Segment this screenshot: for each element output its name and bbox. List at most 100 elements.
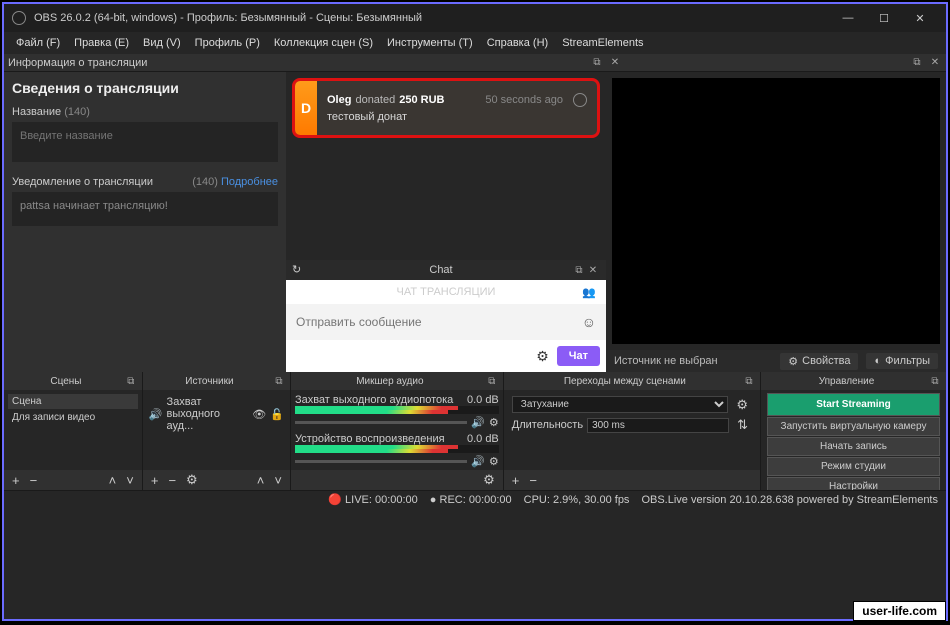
track-settings-icon[interactable]: ⚙ <box>489 455 499 468</box>
menu-scene-collection[interactable]: Коллекция сцен (S) <box>268 35 379 51</box>
speaker-icon: 🔊 <box>149 408 163 421</box>
scene-down-icon[interactable]: ˅ <box>122 473 138 488</box>
transition-select[interactable]: Затухание <box>512 396 729 413</box>
scene-item[interactable]: Для записи видео <box>8 410 138 425</box>
remove-source-button[interactable]: − <box>164 473 180 488</box>
close-dock-icon[interactable]: ✕ <box>608 56 622 70</box>
start-streaming-button[interactable]: Start Streaming <box>767 393 940 416</box>
track-settings-icon[interactable]: ⚙ <box>489 416 499 429</box>
transition-settings-icon[interactable]: ⚙ <box>732 397 752 413</box>
mixer-settings-icon[interactable]: ⚙ <box>479 472 499 488</box>
remove-transition-button[interactable]: − <box>525 473 541 488</box>
popout-icon[interactable]: ⧉ <box>485 374 499 388</box>
menu-file[interactable]: Файл (F) <box>10 35 66 51</box>
rec-status: ● REC: 00:00:00 <box>430 494 512 506</box>
properties-button[interactable]: ⚙Свойства <box>780 353 858 370</box>
scenes-dock: Сцены⧉ Сцена Для записи видео + − ˄ ˅ <box>4 372 143 490</box>
refresh-icon[interactable] <box>573 93 587 107</box>
donation-notification: D Oleg donated 250 RUB 50 seconds ago те… <box>292 78 600 138</box>
popout-icon[interactable]: ⧉ <box>742 374 756 388</box>
gear-icon: ⚙ <box>788 355 798 368</box>
notification-input[interactable]: pattsa начинает трансляцию! <box>12 192 278 226</box>
minimize-button[interactable]: — <box>830 4 866 32</box>
dock-header-left: Информация о трансляции ⧉ ✕ ⧉ ✕ <box>4 54 946 72</box>
virtual-camera-button[interactable]: Запустить виртуальную камеру <box>767 417 940 436</box>
donation-time: 50 seconds ago <box>485 94 563 106</box>
speaker-icon[interactable]: 🔊 <box>471 416 485 429</box>
watermark: user-life.com <box>853 601 946 621</box>
close-dock-icon[interactable]: ✕ <box>586 263 600 277</box>
filters-button[interactable]: ◐Фильтры <box>866 353 938 369</box>
add-transition-button[interactable]: + <box>508 473 524 488</box>
mixer-track: Устройство воспроизведения0.0 dB🔊⚙ <box>295 433 499 468</box>
popout-icon[interactable]: ⧉ <box>910 56 924 70</box>
notification-label: Уведомление о трансляции (140) Подробнее <box>12 176 278 188</box>
duration-input[interactable] <box>587 418 729 433</box>
popout-icon[interactable]: ⧉ <box>590 56 604 70</box>
titlebar: OBS 26.0.2 (64-bit, windows) - Профиль: … <box>4 4 946 32</box>
donation-brand-icon: D <box>295 81 317 135</box>
popout-icon[interactable]: ⧉ <box>572 263 586 277</box>
speaker-icon[interactable]: 🔊 <box>471 455 485 468</box>
no-source-label: Источник не выбран <box>614 355 772 367</box>
remove-scene-button[interactable]: − <box>26 473 42 488</box>
reload-icon[interactable]: ↻ <box>292 263 306 277</box>
track-name: Захват выходного аудиопотока <box>295 394 453 406</box>
lock-icon[interactable]: 🔓 <box>270 408 284 421</box>
menu-profile[interactable]: Профиль (P) <box>189 35 266 51</box>
live-status: 🔴 LIVE: 00:00:00 <box>328 493 418 506</box>
source-up-icon[interactable]: ˄ <box>253 473 269 488</box>
menu-edit[interactable]: Правка (E) <box>68 35 135 51</box>
visibility-icon[interactable]: 👁 <box>252 408 266 421</box>
volume-slider[interactable] <box>295 460 467 463</box>
more-link[interactable]: Подробнее <box>221 176 278 188</box>
chat-dock-header: ↻ Chat ⧉ ✕ <box>286 260 606 280</box>
chat-title: ЧАТ ТРАНСЛЯЦИИ 👥 <box>286 280 606 304</box>
close-button[interactable]: ✕ <box>902 4 938 32</box>
track-name: Устройство воспроизведения <box>295 433 445 445</box>
window-title: OBS 26.0.2 (64-bit, windows) - Профиль: … <box>34 12 830 24</box>
start-recording-button[interactable]: Начать запись <box>767 437 940 456</box>
title-label: Название (140) <box>12 106 278 118</box>
chat-send-button[interactable]: Чат <box>557 346 600 366</box>
studio-mode-button[interactable]: Режим студии <box>767 457 940 476</box>
menu-streamelements[interactable]: StreamElements <box>556 35 649 51</box>
filters-icon: ◐ <box>874 355 881 367</box>
transitions-dock: Переходы между сценами⧉ Затухание ⚙ Длит… <box>504 372 761 490</box>
stream-info-heading: Сведения о трансляции <box>12 80 278 96</box>
version-label: OBS.Live version 20.10.28.638 powered by… <box>641 494 938 506</box>
menu-help[interactable]: Справка (H) <box>481 35 554 51</box>
audio-mixer-dock: Микшер аудио⧉ Захват выходного аудиопото… <box>291 372 504 490</box>
status-bar: 🔴 LIVE: 00:00:00 ● REC: 00:00:00 CPU: 2.… <box>4 490 946 508</box>
menu-view[interactable]: Вид (V) <box>137 35 187 51</box>
source-item[interactable]: 🔊 Захват выходного ауд... 👁 🔓 <box>147 394 286 434</box>
source-settings-icon[interactable]: ⚙ <box>182 472 202 488</box>
track-db: 0.0 dB <box>467 394 499 406</box>
preview-area[interactable] <box>612 78 940 344</box>
menu-tools[interactable]: Инструменты (T) <box>381 35 479 51</box>
donation-message: тестовый донат <box>327 111 587 123</box>
chat-input[interactable] <box>296 315 582 329</box>
stream-title-input[interactable] <box>12 122 278 162</box>
popout-icon[interactable]: ⧉ <box>272 374 286 388</box>
settings-button[interactable]: Настройки <box>767 477 940 490</box>
duration-stepper[interactable]: ⇅ <box>733 417 752 433</box>
popout-icon[interactable]: ⧉ <box>124 374 138 388</box>
stream-info-panel: Сведения о трансляции Название (140) Уве… <box>4 72 286 372</box>
add-scene-button[interactable]: + <box>8 473 24 488</box>
controls-dock: Управление⧉ Start Streaming Запустить ви… <box>761 372 946 490</box>
add-source-button[interactable]: + <box>147 473 163 488</box>
maximize-button[interactable]: ☐ <box>866 4 902 32</box>
users-icon[interactable]: 👥 <box>582 286 596 299</box>
chat-settings-icon[interactable]: ⚙ <box>536 348 549 365</box>
scene-up-icon[interactable]: ˄ <box>105 473 121 488</box>
source-down-icon[interactable]: ˅ <box>270 473 286 488</box>
source-toolbar: Источник не выбран ⚙Свойства ◐Фильтры <box>606 350 946 372</box>
volume-slider[interactable] <box>295 421 467 424</box>
chat-input-row: ☺ <box>286 304 606 340</box>
popout-icon[interactable]: ⧉ <box>928 374 942 388</box>
sources-dock: Источники⧉ 🔊 Захват выходного ауд... 👁 🔓… <box>143 372 291 490</box>
emoji-icon[interactable]: ☺ <box>582 314 596 330</box>
scene-item[interactable]: Сцена <box>8 394 138 409</box>
close-dock-icon[interactable]: ✕ <box>928 56 942 70</box>
